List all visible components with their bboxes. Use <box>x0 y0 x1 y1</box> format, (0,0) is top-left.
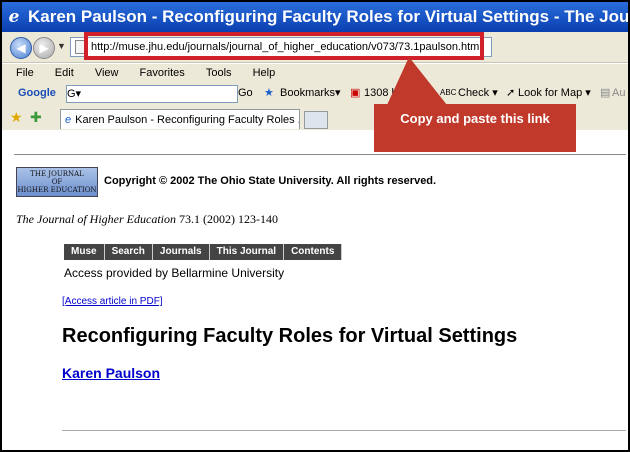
logo-line-3: HIGHER EDUCATION <box>17 186 97 194</box>
tab-ie-icon: e <box>65 114 72 126</box>
nav-contents[interactable]: Contents <box>284 244 343 260</box>
bottom-divider <box>62 430 626 431</box>
browser-window: e Karen Paulson - Reconfiguring Faculty R… <box>0 0 630 452</box>
nav-journals[interactable]: Journals <box>152 244 210 260</box>
map-icon: ➚ <box>506 87 516 99</box>
menu-tools[interactable]: Tools <box>206 67 232 79</box>
author-link[interactable]: Karen Paulson <box>62 365 160 381</box>
favorites-star-icon[interactable]: ★ <box>10 109 23 126</box>
check-button[interactable]: Check ▾ <box>458 82 498 104</box>
forward-button[interactable]: ▶ <box>33 37 55 59</box>
logo-line-1: THE JOURNAL <box>30 170 84 178</box>
look-for-map-button[interactable]: Look for Map ▾ <box>518 82 591 104</box>
nav-this-journal[interactable]: This Journal <box>209 244 285 260</box>
copyright-notice: Copyright © 2002 The Ohio State Universi… <box>104 175 437 187</box>
menu-view[interactable]: View <box>95 67 119 79</box>
nav-search[interactable]: Search <box>104 244 153 260</box>
nav-muse[interactable]: Muse <box>64 244 105 260</box>
article-title: Reconfiguring Faculty Roles for Virtual … <box>62 325 518 347</box>
page-content: THE JOURNAL OF HIGHER EDUCATION Copyrigh… <box>2 130 628 450</box>
pdf-link[interactable]: [Access article in PDF] <box>62 296 163 307</box>
google-go-button[interactable]: Go <box>238 82 253 104</box>
tab-title: Karen Paulson - Reconfiguring Faculty Ro… <box>75 114 300 126</box>
bookmarks-button[interactable]: Bookmarks▾ <box>280 82 341 104</box>
popup-blocker-icon: ▣ <box>350 87 361 99</box>
callout-box: Copy and paste this link <box>374 104 576 152</box>
back-button[interactable]: ◀ <box>10 37 32 59</box>
new-tab-button[interactable] <box>304 111 328 129</box>
window-title: Karen Paulson - Reconfiguring Faculty Ro… <box>28 7 628 26</box>
menu-edit[interactable]: Edit <box>55 67 74 79</box>
ie-icon: e <box>8 7 20 27</box>
menu-favorites[interactable]: Favorites <box>140 67 185 79</box>
logo-line-2: OF <box>51 178 63 186</box>
menu-bar: File Edit View Favorites Tools Help <box>2 64 628 82</box>
citation: The Journal of Higher Education 73.1 (20… <box>16 212 278 227</box>
google-search-value: G▾ <box>67 88 82 100</box>
access-notice: Access provided by Bellarmine University <box>64 266 285 280</box>
url-highlight-box <box>84 32 484 60</box>
title-bar: e Karen Paulson - Reconfiguring Faculty R… <box>2 2 628 32</box>
menu-file[interactable]: File <box>16 67 34 79</box>
callout-text: Copy and paste this link <box>400 111 550 126</box>
citation-details: 73.1 (2002) 123-140 <box>175 212 278 226</box>
autofill-icon: ▤ <box>600 87 611 99</box>
citation-journal: The Journal of Higher Education <box>16 212 176 226</box>
top-divider <box>14 154 626 155</box>
google-brand: Google <box>18 87 56 99</box>
menu-help[interactable]: Help <box>253 67 276 79</box>
google-search-input[interactable]: G▾ <box>66 85 238 103</box>
journal-logo[interactable]: THE JOURNAL OF HIGHER EDUCATION <box>16 167 98 197</box>
history-dropdown-icon[interactable]: ▼ <box>57 41 66 51</box>
muse-nav: Muse Search Journals This Journal Conten… <box>64 244 343 260</box>
callout-pointer <box>387 57 447 105</box>
add-favorite-icon[interactable]: ✚ <box>30 109 42 126</box>
tab-active[interactable]: e Karen Paulson - Reconfiguring Faculty R… <box>60 109 300 129</box>
autofill-button[interactable]: Au <box>612 82 625 104</box>
star-icon: ★ <box>264 87 274 99</box>
